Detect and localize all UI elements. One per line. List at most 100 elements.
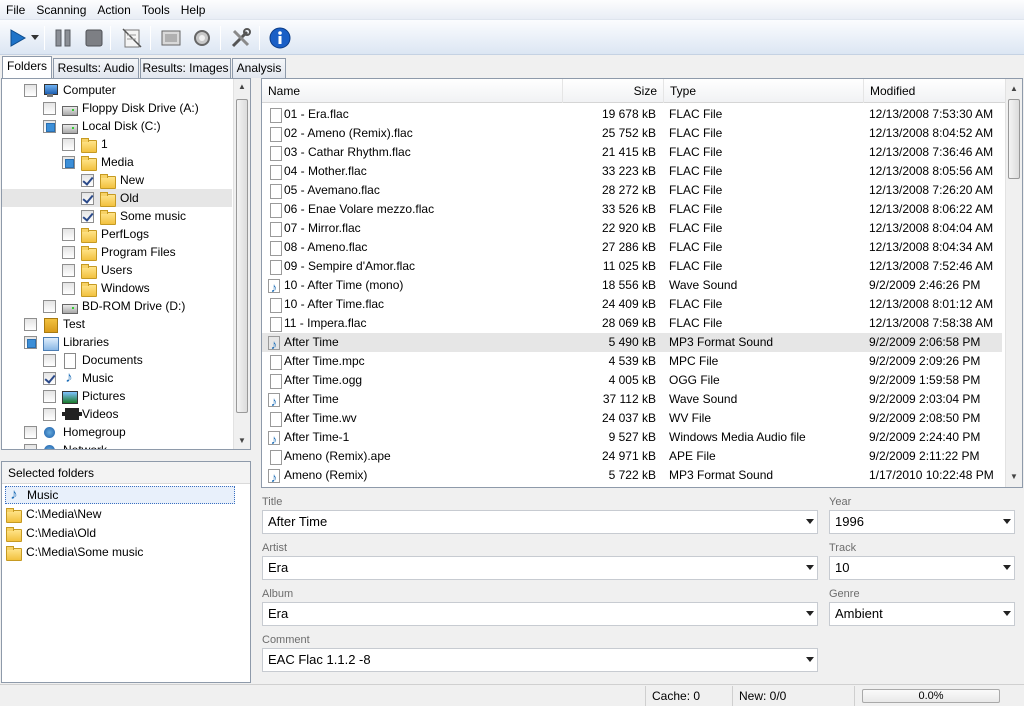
chevron-down-icon[interactable] <box>1003 611 1011 616</box>
tree-item[interactable]: 1 <box>62 135 108 153</box>
file-row[interactable]: 04 - Mother.flac 33 223 kB FLAC File 12/13/… <box>262 162 1002 181</box>
column-modified[interactable]: Modified <box>864 79 1006 103</box>
tree-item[interactable]: Floppy Disk Drive (A:) <box>43 99 199 117</box>
file-row[interactable]: ♪ Ameno (Remix) 5 722 kB MP3 Format Sound 1/… <box>262 466 1002 485</box>
column-size[interactable]: Size <box>563 79 664 103</box>
tree-checkbox[interactable] <box>43 299 56 313</box>
chevron-down-icon[interactable] <box>806 565 814 570</box>
tree-checkbox[interactable] <box>43 119 56 133</box>
tree-item[interactable]: BD-ROM Drive (D:) <box>43 297 185 315</box>
menu-tools[interactable]: Tools <box>136 0 175 20</box>
file-row[interactable]: 08 - Ameno.flac 27 286 kB FLAC File 12/13/2… <box>262 238 1002 257</box>
tree-item[interactable]: Some music <box>81 207 186 225</box>
title-field[interactable]: After Time <box>262 510 818 534</box>
year-field[interactable]: 1996 <box>829 510 1015 534</box>
chevron-down-icon[interactable] <box>1003 565 1011 570</box>
menu-scanning[interactable]: Scanning <box>30 0 91 20</box>
tree-checkbox[interactable] <box>62 137 75 151</box>
tree-checkbox[interactable] <box>43 371 56 385</box>
tree-item[interactable]: Libraries <box>24 333 109 351</box>
file-row[interactable]: After Time.wv 24 037 kB WV File 9/2/2009 2:… <box>262 409 1002 428</box>
tools-icon[interactable] <box>228 25 254 51</box>
file-row[interactable]: 01 - Era.flac 19 678 kB FLAC File 12/13/200… <box>262 105 1002 124</box>
gear-scan-icon[interactable] <box>189 25 215 51</box>
tab-results-audio[interactable]: Results: Audio <box>53 58 139 78</box>
tab-folders[interactable]: Folders <box>2 56 52 78</box>
tree-checkbox[interactable] <box>62 155 75 169</box>
tree-checkbox[interactable] <box>43 407 56 421</box>
info-icon[interactable] <box>267 25 293 51</box>
tree-checkbox[interactable] <box>24 335 37 349</box>
scroll-down-arrow-icon[interactable]: ▼ <box>1006 469 1022 485</box>
tree-checkbox[interactable] <box>62 281 75 295</box>
tree-checkbox[interactable] <box>24 425 37 439</box>
file-row[interactable]: ♪ 10 - After Time (mono) 18 556 kB Wave Sou… <box>262 276 1002 295</box>
dropdown-arrow-icon[interactable] <box>28 25 42 51</box>
tree-item[interactable]: Pictures <box>43 387 125 405</box>
chevron-down-icon[interactable] <box>806 611 814 616</box>
genre-field[interactable]: Ambient <box>829 602 1015 626</box>
file-row[interactable]: Ameno (Remix).ape 24 971 kB APE File 9/2/20… <box>262 447 1002 466</box>
tree-item[interactable]: Computer <box>24 81 116 99</box>
pause-icon[interactable] <box>50 25 76 51</box>
tree-item[interactable]: PerfLogs <box>62 225 149 243</box>
tree-checkbox[interactable] <box>62 227 75 241</box>
tree-checkbox[interactable] <box>81 191 94 205</box>
selected-folder-item[interactable]: C:\Media\New <box>5 505 101 523</box>
tree-item[interactable]: Windows <box>62 279 150 297</box>
chevron-down-icon[interactable] <box>1003 519 1011 524</box>
album-field[interactable]: Era <box>262 602 818 626</box>
selected-folder-item[interactable]: ♪ Music <box>5 486 235 504</box>
tree-checkbox[interactable] <box>62 263 75 277</box>
file-row[interactable]: 03 - Cathar Rhythm.flac 21 415 kB FLAC Fil… <box>262 143 1002 162</box>
tree-checkbox[interactable] <box>24 83 37 97</box>
tree-item[interactable]: Test <box>24 315 85 333</box>
tree-checkbox[interactable] <box>43 353 56 367</box>
tree-checkbox[interactable] <box>24 443 37 449</box>
scroll-down-arrow-icon[interactable]: ▼ <box>234 433 250 449</box>
tree-item[interactable]: Documents <box>43 351 143 369</box>
tab-analysis[interactable]: Analysis <box>232 58 286 78</box>
file-row[interactable]: After Time.ogg 4 005 kB OGG File 9/2/2009 1… <box>262 371 1002 390</box>
column-type[interactable]: Type <box>664 79 864 103</box>
tree-checkbox[interactable] <box>43 389 56 403</box>
menu-help[interactable]: Help <box>175 0 211 20</box>
tree-item[interactable]: Program Files <box>62 243 176 261</box>
file-list-scrollbar[interactable]: ▲ ▼ <box>1005 79 1022 487</box>
chevron-down-icon[interactable] <box>806 519 814 524</box>
file-row[interactable]: 10 - After Time.flac 24 409 kB FLAC File 12… <box>262 295 1002 314</box>
column-name[interactable]: Name <box>262 79 563 103</box>
tree-scroll-thumb[interactable] <box>236 99 248 413</box>
tree-item[interactable]: Homegroup <box>24 423 126 441</box>
tree-item[interactable]: New <box>81 171 144 189</box>
file-row[interactable]: 09 - Sempire d'Amor.flac 11 025 kB FLAC Fi… <box>262 257 1002 276</box>
tree-item[interactable]: Network <box>24 441 107 449</box>
tree-item[interactable]: Users <box>62 261 132 279</box>
tree-item[interactable]: Media <box>62 153 134 171</box>
tree-checkbox[interactable] <box>62 245 75 259</box>
file-scroll-thumb[interactable] <box>1008 99 1020 179</box>
tree-item[interactable]: ♪ Music <box>43 369 113 387</box>
file-row[interactable]: 07 - Mirror.flac 22 920 kB FLAC File 12/13/… <box>262 219 1002 238</box>
tab-results-images[interactable]: Results: Images <box>140 58 231 78</box>
clean-icon[interactable] <box>119 25 145 51</box>
file-row[interactable]: ♪ After Time 37 112 kB Wave Sound 9/2/2009 2… <box>262 390 1002 409</box>
file-row[interactable]: 06 - Enae Volare mezzo.flac 33 526 kB FLAC… <box>262 200 1002 219</box>
tree-scrollbar[interactable]: ▲ ▼ <box>233 79 250 449</box>
file-row[interactable]: ♪ After Time-1 9 527 kB Windows Media Audio… <box>262 428 1002 447</box>
file-row[interactable]: ♪ After Time 5 490 kB MP3 Format Sound 9/2/2… <box>262 333 1002 352</box>
file-row[interactable]: 11 - Impera.flac 28 069 kB FLAC File 12/13/… <box>262 314 1002 333</box>
scroll-up-arrow-icon[interactable]: ▲ <box>234 79 250 95</box>
tree-item[interactable]: Old <box>2 189 232 207</box>
file-row[interactable]: 05 - Avemano.flac 28 272 kB FLAC File 12/13… <box>262 181 1002 200</box>
tree-checkbox[interactable] <box>81 173 94 187</box>
menu-file[interactable]: File <box>0 0 30 20</box>
scroll-up-arrow-icon[interactable]: ▲ <box>1006 81 1022 97</box>
comment-field[interactable]: EAC Flac 1.1.2 -8 <box>262 648 818 672</box>
chevron-down-icon[interactable] <box>806 657 814 662</box>
track-field[interactable]: 10 <box>829 556 1015 580</box>
tree-item[interactable]: Local Disk (C:) <box>43 117 161 135</box>
menu-action[interactable]: Action <box>91 0 135 20</box>
file-row[interactable]: 02 - Ameno (Remix).flac 25 752 kB FLAC Fil… <box>262 124 1002 143</box>
stop-icon[interactable] <box>81 25 107 51</box>
